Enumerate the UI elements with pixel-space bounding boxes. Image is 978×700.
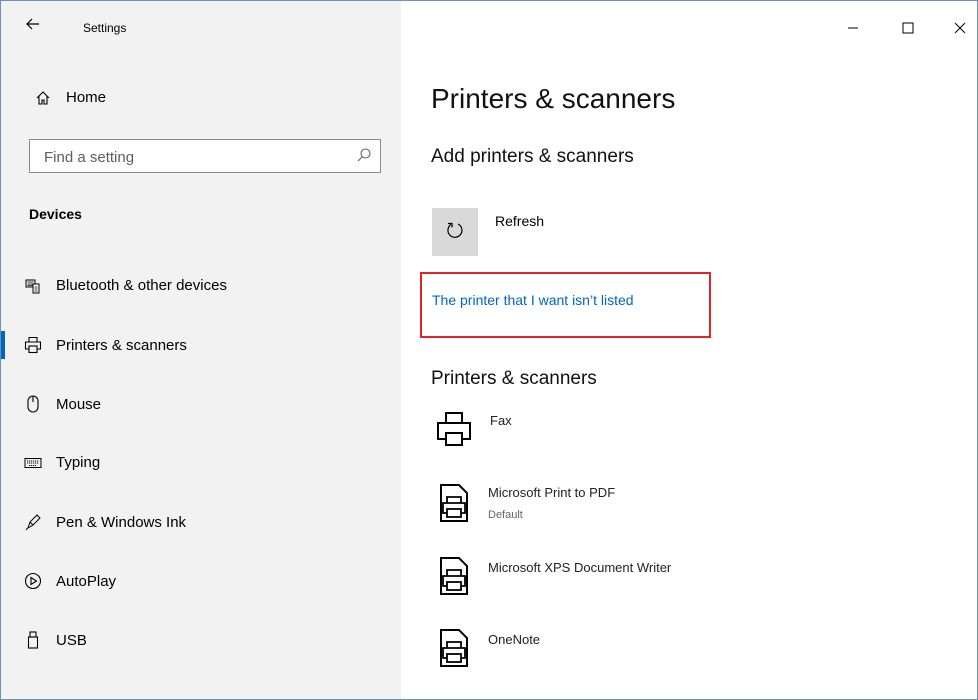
search-input[interactable]	[42, 146, 346, 168]
sidebar-item-mouse[interactable]: Mouse	[22, 395, 101, 413]
usb-icon	[22, 631, 44, 649]
minimize-icon	[847, 21, 859, 39]
document-printer-icon	[432, 626, 476, 670]
sidebar: Settings Home Devices Bluetooth & other …	[1, 1, 401, 699]
printer-item-xps[interactable]: Microsoft XPS Document Writer	[432, 552, 832, 602]
keyboard-icon	[22, 457, 44, 469]
sidebar-item-label: USB	[56, 631, 87, 649]
sidebar-item-label: AutoPlay	[56, 572, 117, 590]
sidebar-item-bluetooth[interactable]: Bluetooth & other devices	[22, 277, 227, 294]
bluetooth-devices-icon	[22, 278, 44, 294]
close-button[interactable]	[937, 15, 977, 45]
page-title: Printers & scanners	[431, 83, 676, 114]
printer-status: Default	[488, 509, 523, 521]
printer-item-fax[interactable]: Fax	[432, 405, 832, 455]
selected-indicator	[1, 331, 5, 359]
mouse-icon	[22, 395, 44, 413]
home-icon	[32, 90, 54, 106]
back-arrow-icon	[26, 17, 40, 35]
minimize-button[interactable]	[830, 15, 876, 45]
refresh-button[interactable]	[432, 208, 478, 256]
search-box[interactable]	[29, 139, 381, 173]
sidebar-item-printers[interactable]: Printers & scanners	[22, 336, 187, 354]
sidebar-item-pen[interactable]: Pen & Windows Ink	[22, 513, 186, 531]
add-printers-heading: Add printers & scanners	[431, 146, 634, 167]
sidebar-item-home[interactable]: Home	[32, 89, 106, 106]
printer-name: Microsoft Print to PDF	[488, 485, 616, 500]
home-label: Home	[66, 89, 107, 106]
sidebar-item-label: Pen & Windows Ink	[56, 513, 187, 531]
sidebar-item-label: Printers & scanners	[56, 336, 187, 354]
maximize-button[interactable]	[885, 15, 931, 45]
printer-name: Microsoft XPS Document Writer	[488, 560, 672, 575]
refresh-label: Refresh	[495, 213, 545, 229]
document-printer-icon	[432, 481, 476, 525]
document-printer-icon	[432, 554, 476, 598]
sidebar-item-label: Mouse	[56, 395, 102, 413]
printer-item-onenote[interactable]: OneNote	[432, 624, 832, 674]
sidebar-item-typing[interactable]: Typing	[22, 454, 100, 471]
sidebar-item-usb[interactable]: USB	[22, 631, 87, 649]
printer-icon	[432, 407, 476, 451]
printers-list-heading: Printers & scanners	[431, 368, 597, 389]
back-button[interactable]	[15, 11, 51, 41]
printer-item-pdf[interactable]: Microsoft Print to PDF Default	[432, 479, 832, 529]
close-icon	[954, 21, 966, 39]
section-title: Devices	[29, 206, 82, 222]
maximize-icon	[902, 21, 914, 39]
refresh-icon	[444, 219, 466, 246]
app-title: Settings	[83, 21, 127, 35]
sidebar-item-label: Typing	[56, 454, 101, 471]
printer-name: OneNote	[488, 632, 541, 647]
sidebar-item-autoplay[interactable]: AutoPlay	[22, 572, 116, 590]
autoplay-icon	[22, 572, 44, 590]
printer-not-listed-link[interactable]: The printer that I want isn’t listed	[432, 292, 634, 308]
settings-window: Settings Home Devices Bluetooth & other …	[0, 0, 978, 700]
search-icon[interactable]	[356, 147, 372, 168]
pen-icon	[22, 513, 44, 531]
printer-name: Fax	[490, 413, 512, 428]
printer-icon	[22, 336, 44, 354]
sidebar-item-label: Bluetooth & other devices	[56, 277, 227, 294]
